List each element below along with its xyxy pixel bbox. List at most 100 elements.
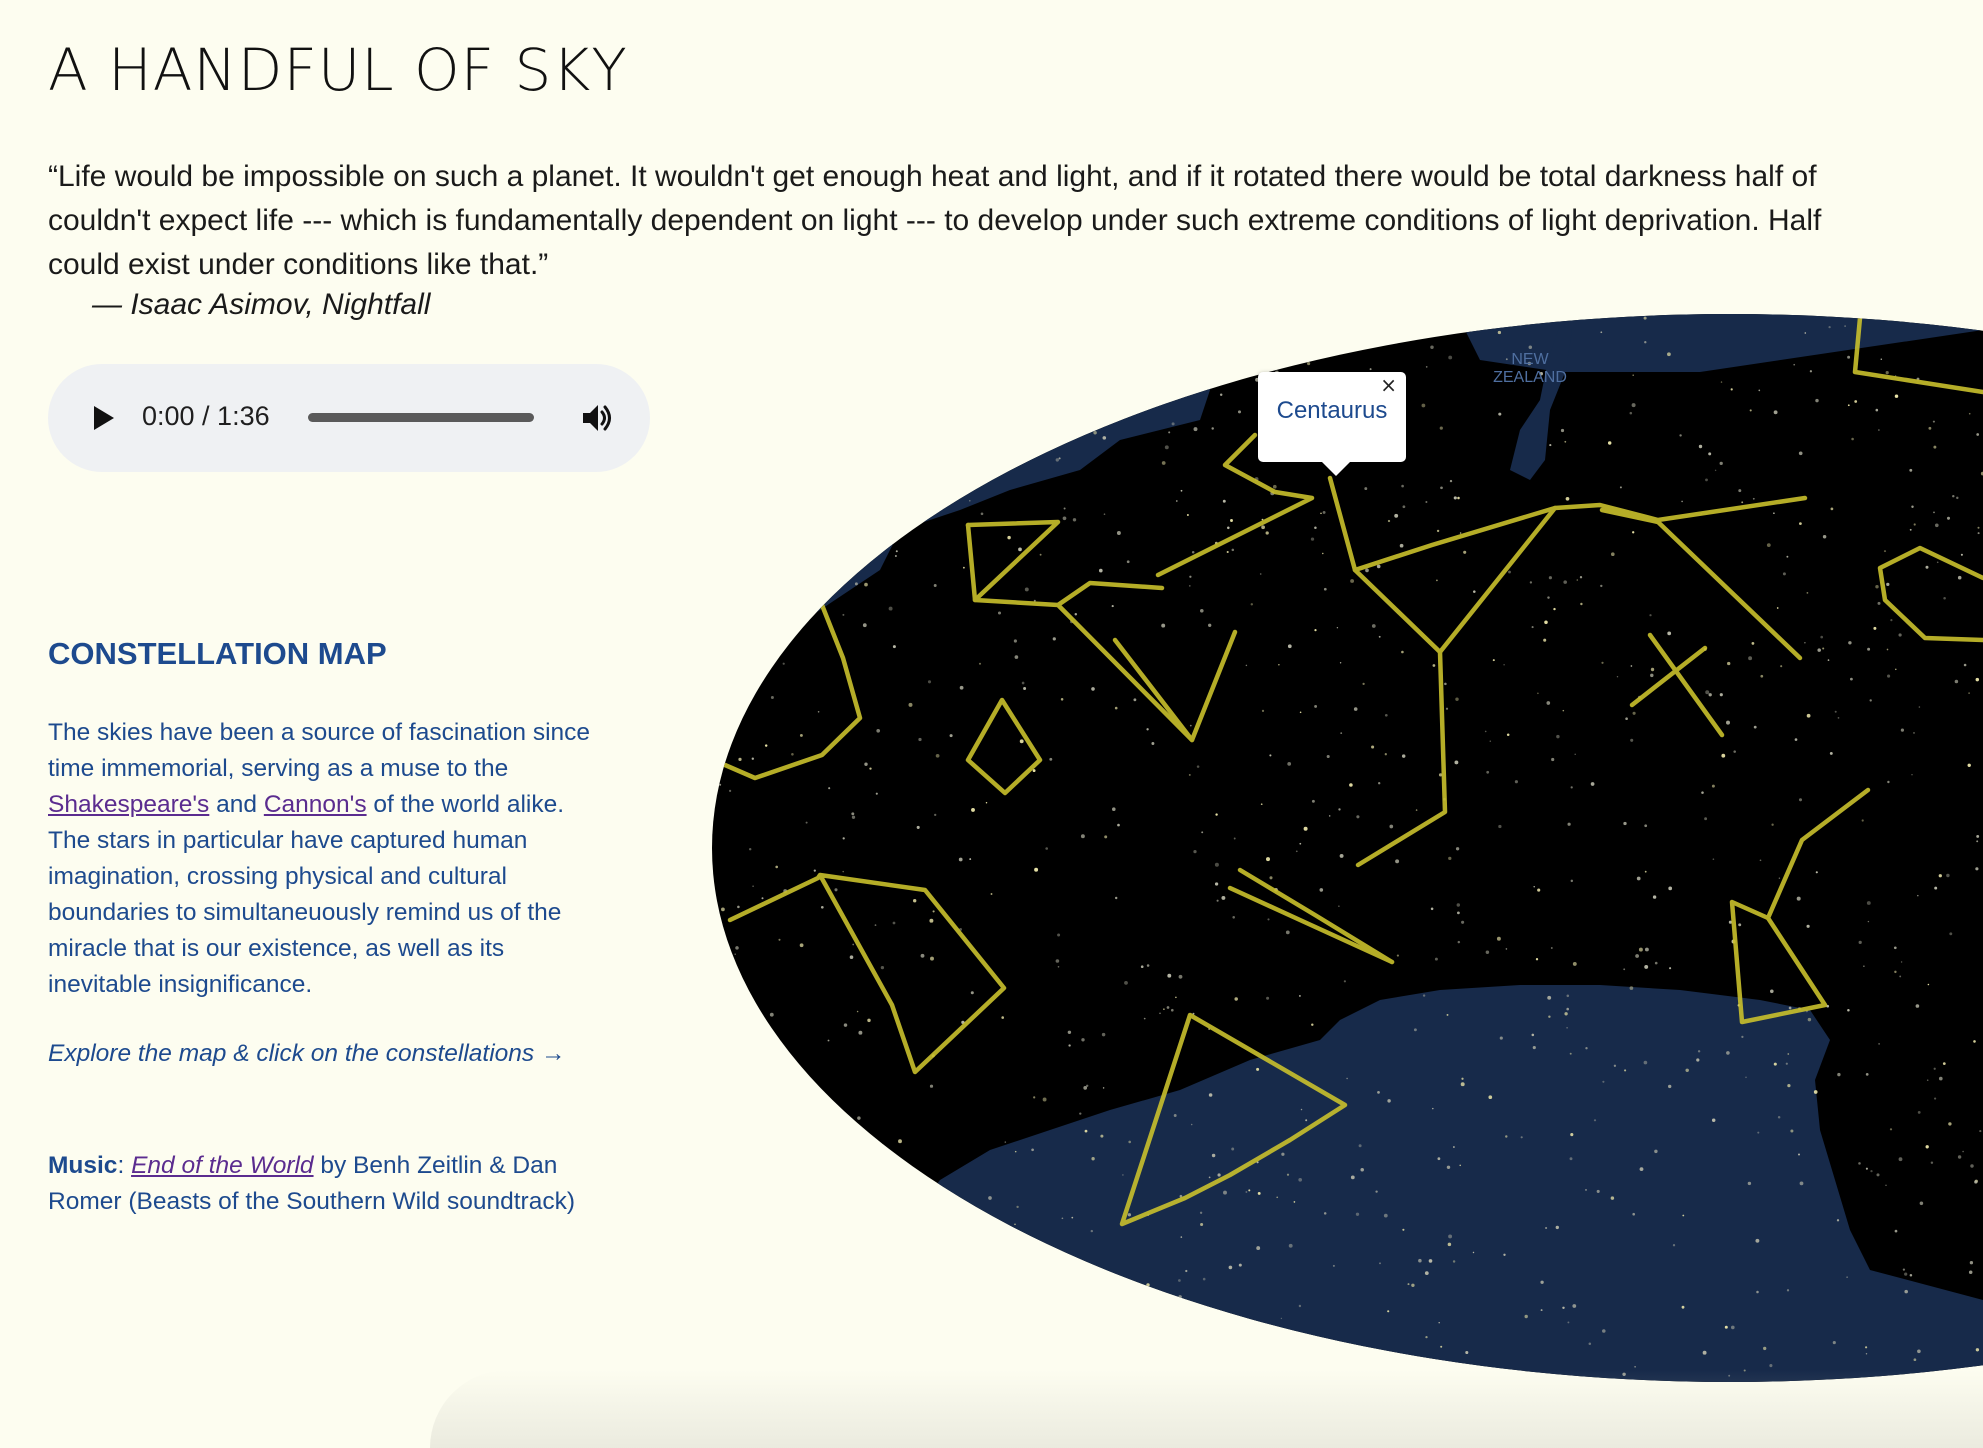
star — [929, 1084, 934, 1088]
star — [1463, 550, 1467, 554]
star — [1917, 894, 1919, 897]
star — [1448, 856, 1452, 861]
star — [1540, 1280, 1544, 1284]
star — [1356, 815, 1360, 819]
popup-constellation-name[interactable]: Centaurus — [1258, 397, 1406, 425]
star — [1596, 1189, 1600, 1193]
star — [1619, 486, 1622, 489]
star — [1055, 458, 1060, 462]
star — [1712, 858, 1715, 861]
star — [1976, 834, 1980, 838]
star — [1001, 1016, 1004, 1019]
star — [1708, 693, 1712, 697]
star — [1457, 940, 1461, 944]
star — [1938, 874, 1942, 878]
star — [1455, 847, 1460, 851]
star — [1299, 842, 1302, 845]
star — [1208, 1176, 1211, 1179]
star — [1453, 496, 1457, 500]
star — [1314, 526, 1317, 530]
star — [1093, 430, 1097, 435]
star — [1724, 1325, 1728, 1329]
star — [1189, 575, 1192, 578]
star — [1799, 1181, 1804, 1186]
star — [1585, 1189, 1587, 1191]
star — [1786, 555, 1789, 558]
star — [1806, 713, 1811, 718]
star — [1610, 552, 1615, 557]
star — [1492, 659, 1495, 662]
star — [1014, 1150, 1017, 1153]
star — [1696, 1058, 1700, 1062]
star — [1126, 560, 1130, 564]
constellation-map[interactable]: NEW ZEALAND — [0, 0, 1983, 1448]
star — [1601, 661, 1604, 664]
star — [1844, 325, 1846, 327]
star — [1911, 773, 1913, 776]
star — [1830, 507, 1834, 511]
star — [1644, 824, 1648, 828]
close-icon[interactable]: × — [1380, 373, 1397, 397]
star — [1068, 1044, 1071, 1047]
star — [1847, 404, 1850, 407]
star — [1623, 968, 1626, 971]
star — [1257, 1191, 1261, 1195]
star — [778, 938, 781, 941]
star — [1508, 570, 1511, 574]
star — [1505, 948, 1508, 950]
star — [918, 737, 922, 742]
star — [1378, 782, 1381, 785]
star — [1720, 381, 1723, 383]
star — [1524, 1314, 1528, 1319]
star — [1446, 1165, 1451, 1170]
star — [1180, 1236, 1183, 1238]
star — [1531, 1033, 1535, 1037]
star — [1870, 1169, 1873, 1173]
star — [1757, 1131, 1760, 1134]
star — [1569, 1157, 1573, 1161]
star — [1223, 1190, 1227, 1195]
star — [1505, 1135, 1508, 1138]
star — [1632, 711, 1636, 715]
star — [1832, 1341, 1836, 1345]
star — [1938, 1076, 1943, 1081]
star — [1456, 903, 1461, 907]
star — [1698, 444, 1703, 449]
star — [1055, 959, 1060, 963]
star — [1967, 763, 1971, 767]
star — [1555, 1225, 1559, 1230]
star — [1496, 936, 1501, 941]
star — [1753, 725, 1757, 729]
star — [1667, 352, 1671, 357]
star — [1269, 754, 1272, 757]
star — [843, 1023, 848, 1027]
star — [1644, 947, 1649, 952]
star — [1632, 1212, 1635, 1216]
star — [1890, 619, 1893, 622]
star — [1052, 637, 1056, 641]
star — [978, 662, 982, 665]
star — [751, 757, 754, 760]
star — [1281, 1152, 1285, 1156]
star — [1730, 388, 1733, 391]
star — [1562, 1306, 1565, 1310]
star — [1161, 461, 1166, 465]
star — [1140, 965, 1144, 969]
star — [1446, 1013, 1449, 1016]
star — [1540, 1309, 1543, 1312]
star — [1528, 345, 1533, 349]
star — [1590, 782, 1595, 786]
star — [1340, 732, 1343, 734]
star — [1858, 1162, 1861, 1165]
star — [1567, 1321, 1570, 1324]
star — [1104, 835, 1108, 839]
star — [1850, 677, 1853, 681]
star — [1265, 531, 1269, 535]
star — [852, 943, 855, 946]
star — [1613, 1064, 1617, 1067]
star — [933, 584, 937, 587]
star — [1311, 799, 1315, 803]
star — [1350, 579, 1355, 583]
star — [1214, 862, 1219, 867]
star — [1773, 1062, 1777, 1066]
